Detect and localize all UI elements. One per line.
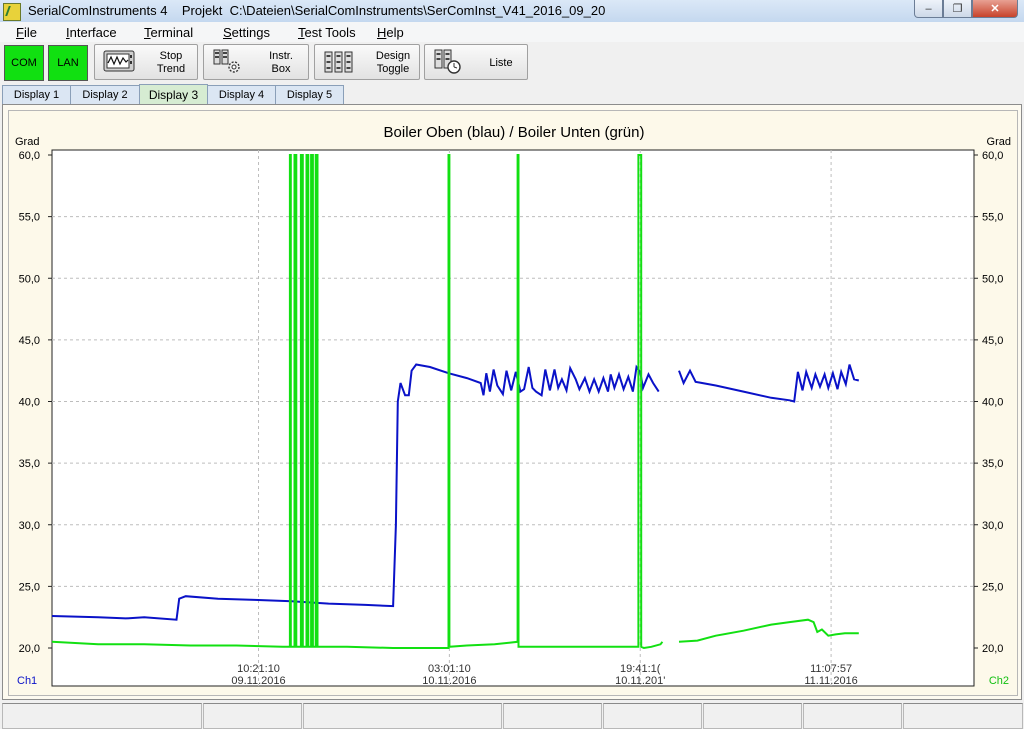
tab-display-2[interactable]: Display 2	[70, 85, 140, 104]
chart-title: Boiler Oben (blau) / Boiler Unten (grün)	[384, 124, 645, 141]
list-clock-icon	[434, 49, 461, 74]
window-controls: – ❐ ✕	[914, 0, 1018, 18]
instr-box-label-2: Box	[271, 63, 291, 75]
menu-file-key: F	[16, 25, 24, 40]
y-axis-label-right: Grad	[987, 136, 1011, 148]
y-ticks-left: 60,0 55,0 50,0 45,0 40,0 35,0 30,0 25,0 20,0	[19, 150, 52, 655]
instrument-gear-icon	[213, 49, 240, 73]
x-tick-date: 10.11.2016	[422, 675, 476, 687]
y-tick-label: 50,0	[982, 273, 1003, 285]
stop-trend-label-1: Stop	[159, 50, 183, 62]
y-ticks-right: 60,0 55,0 50,0 45,0 40,0 35,0 30,0 25,0 20,0	[974, 150, 1003, 655]
x-tick-date: 09.11.2016	[231, 675, 285, 687]
y-tick-label: 50,0	[19, 273, 40, 285]
menu-help-label: elp	[386, 25, 404, 40]
status-cell	[303, 703, 502, 729]
x-tick-time: 11:07:57	[810, 663, 852, 675]
liste-label: Liste	[489, 57, 513, 69]
status-cell	[703, 703, 802, 729]
menu-help[interactable]: Help	[377, 25, 404, 40]
y-tick-label: 60,0	[982, 150, 1003, 162]
y-tick-label: 55,0	[19, 212, 40, 224]
display-tabs: Display 1 Display 2 Display 3 Display 4 …	[0, 84, 1024, 105]
trend-chart[interactable]: Boiler Oben (blau) / Boiler Unten (grün)…	[9, 111, 1017, 695]
y-tick-label: 20,0	[19, 643, 40, 655]
toolbar: COM LAN Stop Trend Instr. Box Design Tog…	[0, 42, 1024, 82]
menu-help-key: H	[377, 25, 387, 40]
menu-settings[interactable]: Settings	[223, 25, 270, 40]
tab-display-3[interactable]: Display 3	[139, 84, 208, 105]
y-tick-label: 55,0	[982, 212, 1003, 224]
status-bar	[0, 701, 1024, 729]
status-cell	[503, 703, 602, 729]
trend-chart-panel: Boiler Oben (blau) / Boiler Unten (grün)…	[8, 110, 1018, 696]
y-tick-label: 20,0	[982, 643, 1003, 655]
menu-interface[interactable]: Interface	[66, 25, 117, 40]
menu-file[interactable]: File	[16, 25, 37, 40]
y-tick-label: 35,0	[982, 458, 1003, 470]
y-tick-label: 40,0	[19, 397, 40, 409]
y-tick-label: 25,0	[982, 581, 1003, 593]
maximize-button[interactable]: ❐	[943, 0, 972, 18]
tab-display-5[interactable]: Display 5	[275, 85, 344, 104]
plot-area	[51, 149, 975, 687]
close-button[interactable]: ✕	[972, 0, 1018, 18]
design-toggle-label-1: Design	[375, 50, 411, 62]
menu-terminal-label: erminal	[150, 25, 194, 40]
menu-test-tools[interactable]: Test Tools	[298, 25, 356, 40]
design-panels-icon	[324, 51, 353, 73]
menu-settings-label: ettings	[231, 25, 270, 40]
channel-1-label: Ch1	[17, 675, 37, 687]
x-tick-time: 10:21:10	[237, 663, 280, 675]
status-cell	[903, 703, 1023, 729]
y-tick-label: 25,0	[19, 581, 40, 593]
liste-button[interactable]: Liste	[424, 44, 528, 80]
window-title: SerialComInstruments 4 Projekt C:\Dateie…	[28, 3, 606, 18]
design-toggle-label-2: Toggle	[376, 63, 410, 75]
x-tick-time: 19:41:1(	[620, 663, 661, 675]
y-tick-label: 35,0	[19, 458, 40, 470]
channel-2-label: Ch2	[989, 675, 1009, 687]
instr-box-label-1: Instr.	[269, 50, 293, 62]
minimize-button[interactable]: –	[914, 0, 943, 18]
y-tick-label: 45,0	[19, 335, 40, 347]
x-tick-date: 10.11.201'	[615, 675, 665, 687]
status-cell	[2, 703, 202, 729]
display-panel: Boiler Oben (blau) / Boiler Unten (grün)…	[2, 104, 1022, 700]
menu-terminal[interactable]: Terminal	[144, 25, 193, 40]
y-tick-label: 30,0	[982, 520, 1003, 532]
menu-bar: File Interface Terminal Settings Test To…	[0, 22, 1024, 42]
x-tick-time: 03:01:10	[428, 663, 471, 675]
y-axis-label-left: Grad	[15, 136, 39, 148]
lan-indicator[interactable]: LAN	[48, 45, 88, 81]
x-tick-date: 11.11.2016	[804, 675, 857, 687]
menu-test-tools-label: est Tools	[304, 25, 356, 40]
status-cell	[603, 703, 702, 729]
menu-file-label: ile	[23, 25, 37, 40]
y-tick-label: 60,0	[19, 150, 40, 162]
title-bar: SerialComInstruments 4 Projekt C:\Dateie…	[0, 0, 1024, 23]
status-cell	[203, 703, 302, 729]
menu-interface-label: nterface	[69, 25, 117, 40]
y-tick-label: 45,0	[982, 335, 1003, 347]
tab-display-4[interactable]: Display 4	[207, 85, 276, 104]
stop-trend-label-2: Trend	[156, 63, 186, 75]
y-tick-label: 30,0	[19, 520, 40, 532]
oscilloscope-icon	[103, 50, 135, 72]
tab-display-1[interactable]: Display 1	[2, 85, 71, 104]
y-tick-label: 40,0	[982, 397, 1003, 409]
stop-trend-button[interactable]: Stop Trend	[94, 44, 198, 80]
app-icon[interactable]	[3, 3, 21, 21]
menu-settings-key: S	[223, 25, 232, 40]
instr-box-button[interactable]: Instr. Box	[203, 44, 309, 80]
design-toggle-button[interactable]: Design Toggle	[314, 44, 420, 80]
com-indicator[interactable]: COM	[4, 45, 44, 81]
status-cell	[803, 703, 902, 729]
